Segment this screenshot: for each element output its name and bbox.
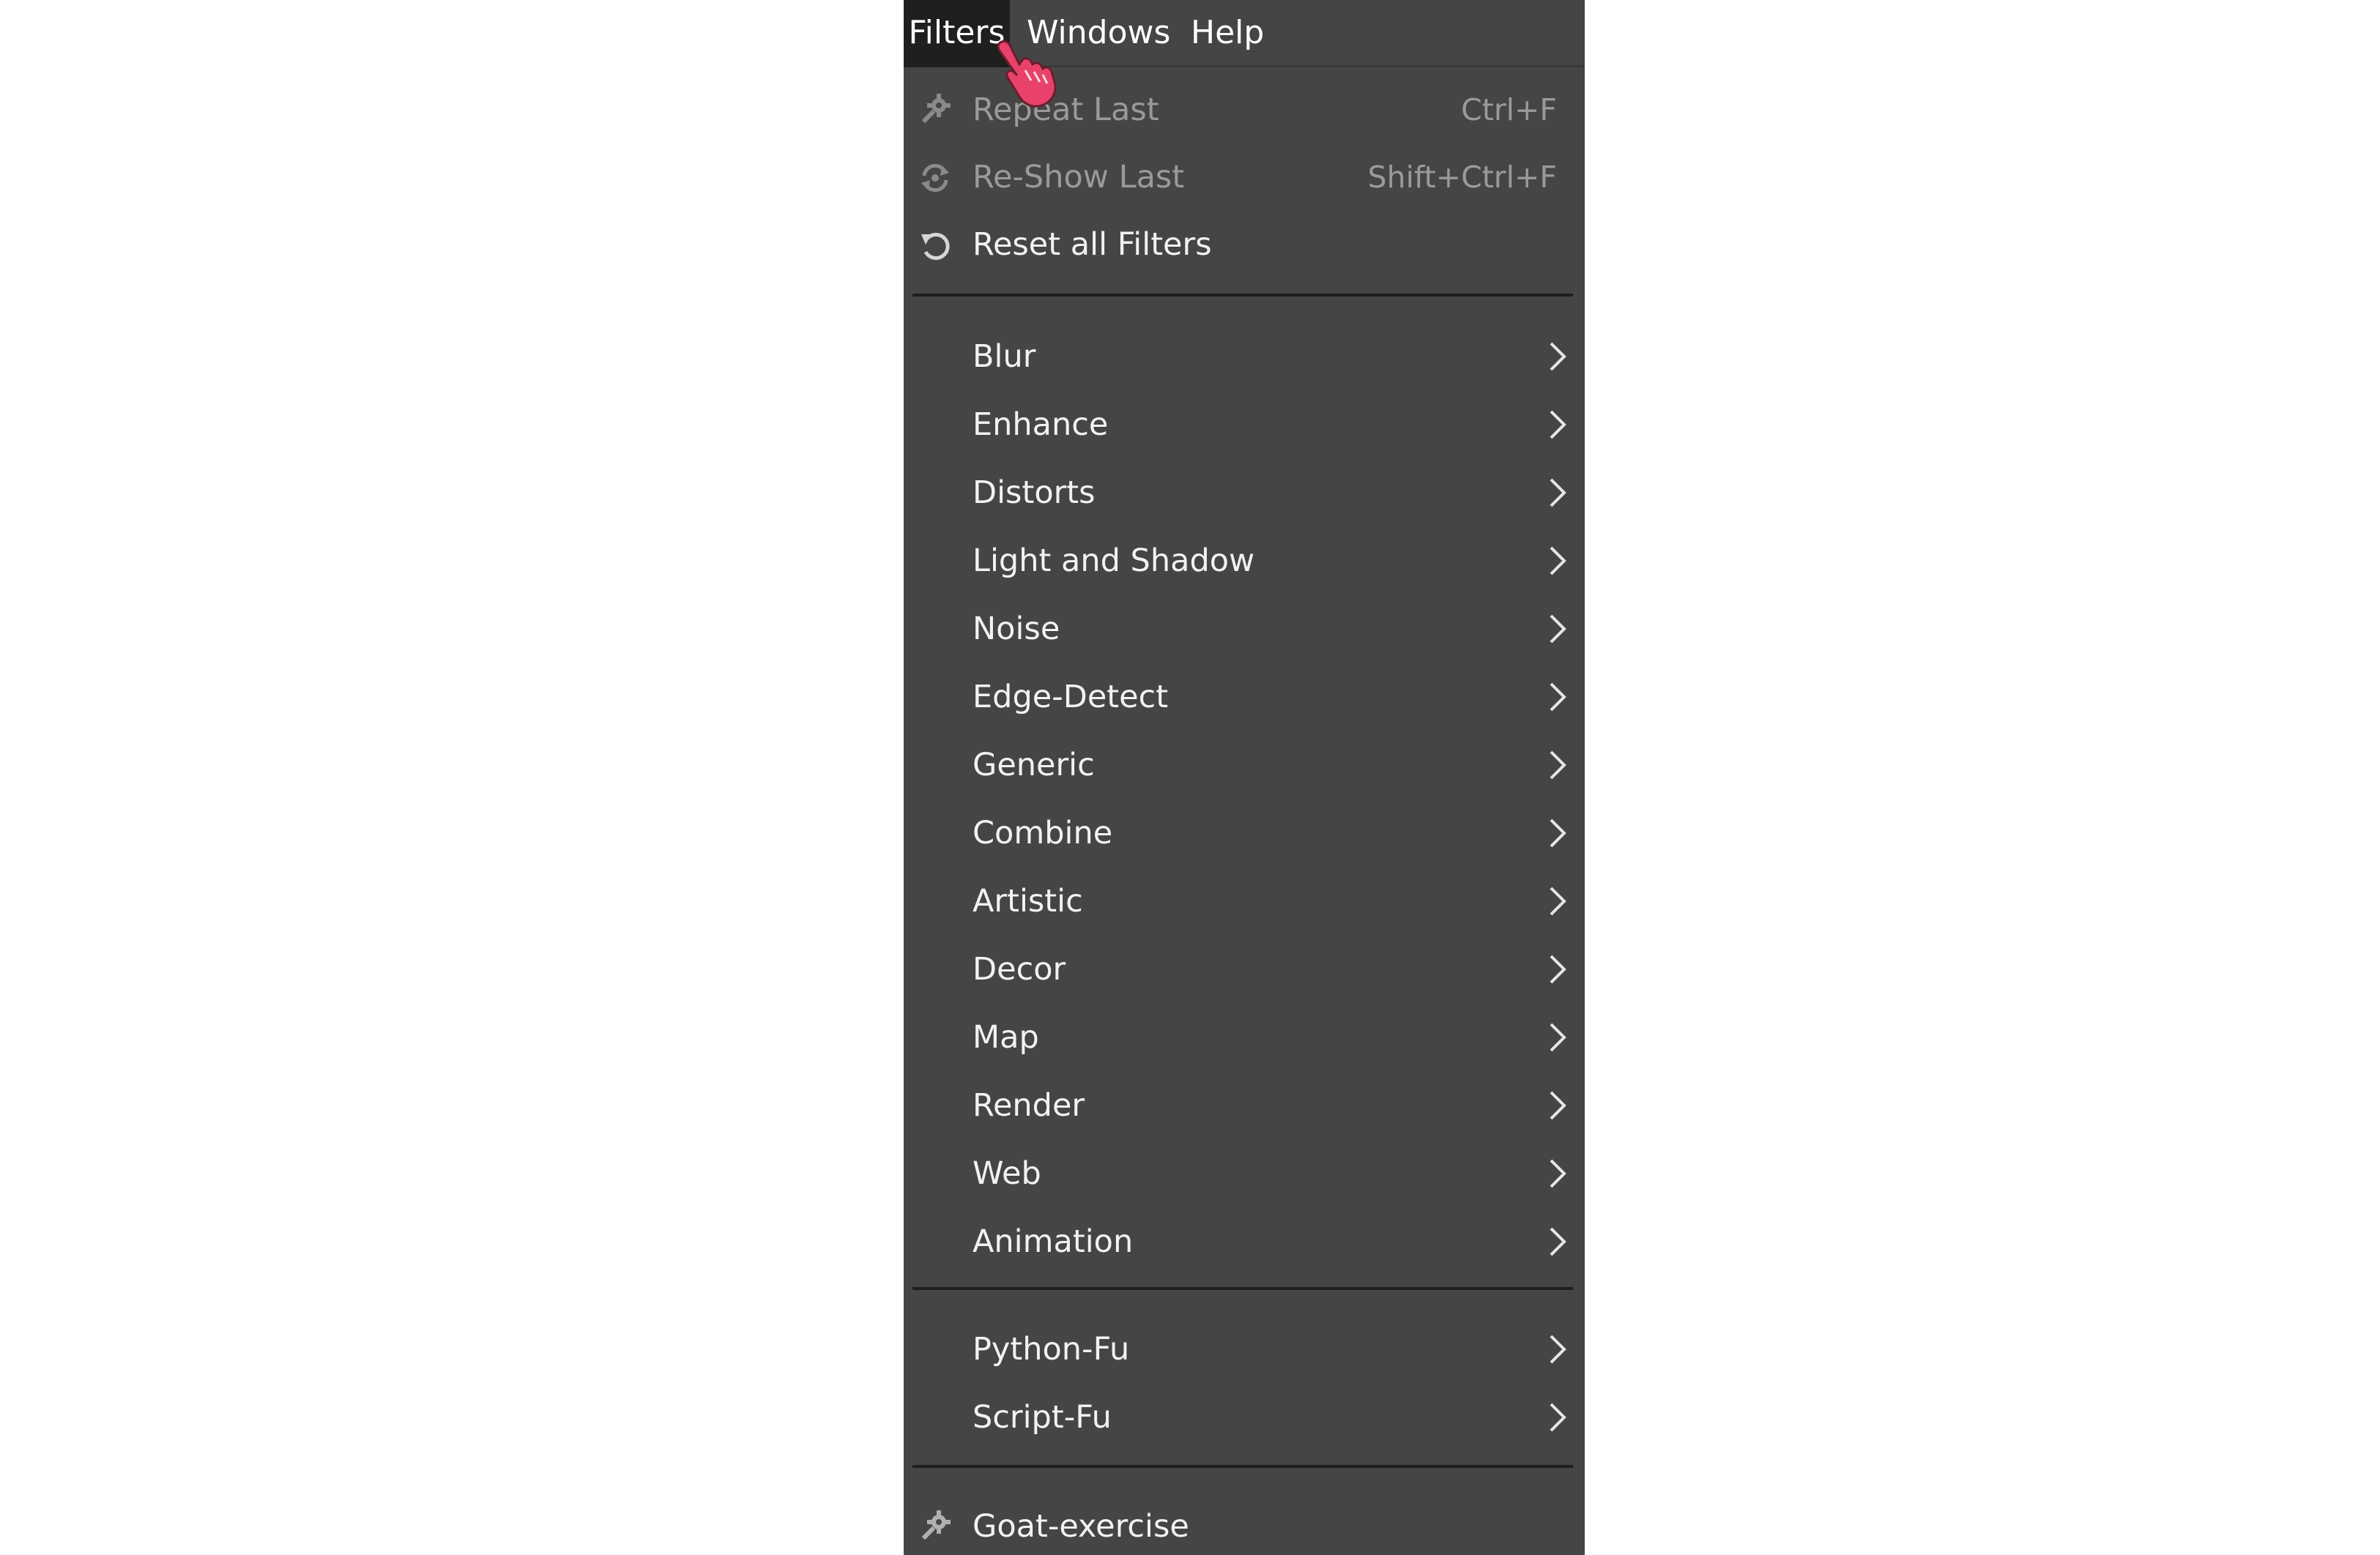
- menu-item-label: Artistic: [973, 883, 1083, 920]
- menu-item-reset-all-filters[interactable]: Reset all Filters: [904, 211, 1585, 278]
- chevron-right-icon: [1550, 1403, 1566, 1432]
- menu-item-label: Animation: [973, 1223, 1134, 1260]
- chevron-right-icon: [1550, 478, 1566, 507]
- chevron-right-icon: [1550, 1335, 1566, 1364]
- menu-item-goat-exercise[interactable]: Goat-exercise: [904, 1493, 1585, 1555]
- menu-item-python-fu[interactable]: Python-Fu: [904, 1316, 1585, 1383]
- chevron-right-icon: [1550, 887, 1566, 916]
- menu-separator: [912, 1287, 1573, 1290]
- chevron-right-icon: [1550, 342, 1566, 371]
- menu-item-reshow-last[interactable]: Re-Show Last Shift+Ctrl+F: [904, 143, 1585, 211]
- reset-icon: [921, 232, 950, 260]
- chevron-right-icon: [1550, 1227, 1566, 1256]
- menu-item-label: Python-Fu: [973, 1331, 1130, 1368]
- menu-item-label: Re-Show Last: [973, 159, 1185, 195]
- shortcut-label: Ctrl+F: [1461, 92, 1557, 127]
- menu-item-label: Light and Shadow: [973, 542, 1255, 579]
- menu-item-artistic[interactable]: Artistic: [904, 868, 1585, 935]
- gear-icon: [921, 1510, 951, 1540]
- menu-item-label: Render: [973, 1087, 1085, 1124]
- filters-menu-panel: Filters Windows Help Repeat Last Ctrl+F: [904, 0, 1585, 1555]
- menu-item-combine[interactable]: Combine: [904, 799, 1585, 867]
- chevron-right-icon: [1550, 614, 1566, 644]
- reshow-icon: [921, 163, 949, 193]
- menu-separator: [912, 294, 1573, 297]
- menu-item-label: Combine: [973, 815, 1113, 851]
- menu-item-label: Goat-exercise: [973, 1508, 1189, 1545]
- menu-item-label: Web: [973, 1155, 1041, 1192]
- menu-item-label: Generic: [973, 747, 1095, 783]
- shortcut-label: Shift+Ctrl+F: [1367, 160, 1557, 195]
- menu-item-label: Distorts: [973, 474, 1096, 511]
- chevron-right-icon: [1550, 1091, 1566, 1120]
- chevron-right-icon: [1550, 955, 1566, 984]
- menu-item-enhance[interactable]: Enhance: [904, 391, 1585, 458]
- menu-item-render[interactable]: Render: [904, 1072, 1585, 1139]
- gear-icon: [921, 94, 951, 124]
- menu-item-label: Noise: [973, 611, 1060, 647]
- menu-item-script-fu[interactable]: Script-Fu: [904, 1384, 1585, 1451]
- menu-item-distorts[interactable]: Distorts: [904, 459, 1585, 526]
- menu-item-light-and-shadow[interactable]: Light and Shadow: [904, 527, 1585, 594]
- menu-item-noise[interactable]: Noise: [904, 595, 1585, 663]
- menu-item-label: Enhance: [973, 406, 1109, 443]
- menu-item-label: Edge-Detect: [973, 679, 1169, 715]
- chevron-right-icon: [1550, 750, 1566, 780]
- menu-item-edge-detect[interactable]: Edge-Detect: [904, 663, 1585, 731]
- menu-item-label: Script-Fu: [973, 1399, 1112, 1436]
- chevron-right-icon: [1550, 1023, 1566, 1052]
- menu-item-generic[interactable]: Generic: [904, 731, 1585, 799]
- menu-separator: [912, 1465, 1573, 1468]
- menu-item-label: Blur: [973, 338, 1036, 375]
- menubar-help[interactable]: Help: [1191, 0, 1264, 67]
- chevron-right-icon: [1550, 1159, 1566, 1188]
- menu-item-decor[interactable]: Decor: [904, 936, 1585, 1003]
- menu-item-label: Map: [973, 1019, 1039, 1056]
- menu-item-blur[interactable]: Blur: [904, 323, 1585, 390]
- menu-item-label: Decor: [973, 951, 1066, 988]
- chevron-right-icon: [1550, 546, 1566, 575]
- hand-cursor-icon: [997, 40, 1057, 108]
- chevron-right-icon: [1550, 410, 1566, 439]
- menu-item-map[interactable]: Map: [904, 1004, 1585, 1071]
- menu-item-label: Reset all Filters: [973, 226, 1212, 263]
- chevron-right-icon: [1550, 682, 1566, 712]
- menu-item-web[interactable]: Web: [904, 1140, 1585, 1207]
- menu-item-animation[interactable]: Animation: [904, 1208, 1585, 1275]
- chevron-right-icon: [1550, 818, 1566, 848]
